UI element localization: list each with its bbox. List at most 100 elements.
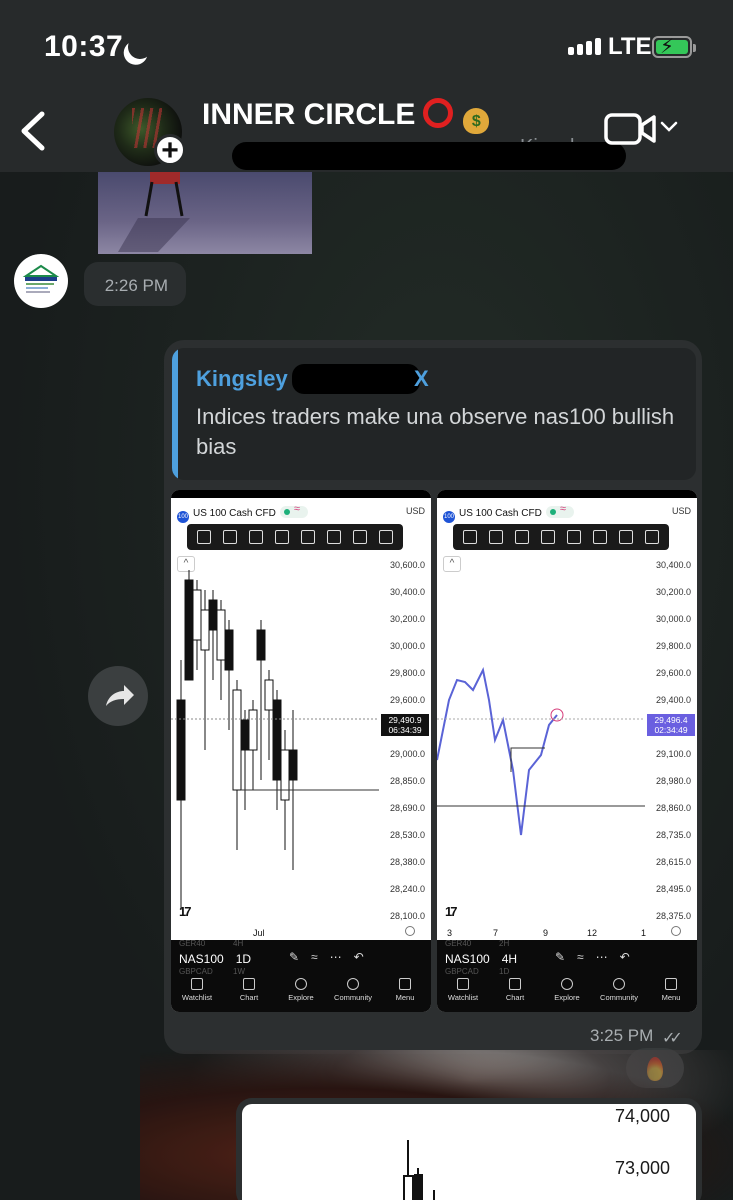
ghost-timeframe: 2H	[499, 939, 510, 948]
price-axis-label: 29,600.0	[389, 695, 425, 705]
ghost-symbol: GBPCAD	[179, 967, 213, 976]
candle-body	[208, 599, 218, 631]
price-axis-label: 29,800.0	[389, 668, 425, 678]
price-axis-label: 30,600.0	[389, 560, 425, 570]
chart-screenshot-right[interactable]: 100US 100 Cash CFD USD ^ 30,400.030,200.…	[437, 490, 697, 1012]
drawing-tool-icon[interactable]	[515, 530, 529, 544]
sender-avatar[interactable]	[14, 254, 68, 308]
nav-explore[interactable]: Explore	[541, 976, 593, 1012]
nav-community[interactable]: Community	[593, 976, 645, 1012]
candle-body	[184, 579, 194, 681]
group-name: INNER CIRCLE	[202, 98, 416, 131]
drawing-tool-icon[interactable]	[249, 530, 263, 544]
x-axis-label: Jul	[253, 928, 265, 938]
drawing-tool-icon[interactable]	[353, 530, 367, 544]
share-arrow-icon	[106, 685, 134, 706]
candle-body	[280, 749, 290, 801]
nav-chart[interactable]: Chart	[223, 976, 275, 1012]
instrument-selector[interactable]: NAS100 4H	[445, 952, 517, 966]
price-axis-label: 28,980.0	[655, 776, 691, 786]
price-axis-label: 30,000.0	[389, 641, 425, 651]
forward-button[interactable]	[88, 666, 148, 726]
candlestick-plot[interactable]	[171, 550, 379, 930]
bottom-nav[interactable]: Watchlist Chart Explore Community Menu	[437, 976, 697, 1012]
drawing-tool-icon[interactable]	[489, 530, 503, 544]
drawing-tool-icon[interactable]	[223, 530, 237, 544]
cellular-signal-icon	[568, 38, 601, 55]
x-axis-label: 12	[587, 928, 598, 938]
price-axis-label: 30,200.0	[655, 587, 691, 597]
price-axis-label: 28,690.0	[389, 803, 425, 813]
price-axis-label: 28,530.0	[389, 830, 425, 840]
nav-chart[interactable]: Chart	[489, 976, 541, 1012]
menu-icon	[399, 978, 411, 990]
candle-body	[264, 679, 274, 711]
price-axis-label: 29,800.0	[655, 641, 691, 651]
price-axis-label: 30,400.0	[655, 560, 691, 570]
drawing-tool-icon[interactable]	[541, 530, 555, 544]
charging-bolt-icon: ⚡	[660, 36, 675, 58]
nav-explore[interactable]: Explore	[275, 976, 327, 1012]
ghost-timeframe: 4H	[233, 939, 244, 948]
price-axis: 30,600.0 30,400.0 30,200.0 30,000.0 29,800.0…	[379, 550, 431, 930]
drawing-tool-icon[interactable]	[463, 530, 477, 544]
message-time: 2:26 PM	[104, 276, 168, 295]
price-line	[437, 666, 558, 836]
gear-icon[interactable]	[405, 926, 415, 936]
bottom-nav[interactable]: Watchlist Chart Explore Community Menu	[171, 976, 431, 1012]
instrument-selector[interactable]: NAS100 1D	[179, 952, 251, 966]
chart-icon	[243, 978, 255, 990]
price-axis-label: 28,735.0	[655, 830, 691, 840]
drawing-tool-icon[interactable]	[619, 530, 633, 544]
drawing-toolbar[interactable]	[187, 524, 403, 550]
currency-selector[interactable]: USD	[406, 506, 425, 516]
message-bubble[interactable]: 2:26 PM	[84, 262, 186, 306]
drawing-tool-icon[interactable]	[379, 530, 393, 544]
drawing-tool-icon[interactable]	[327, 530, 341, 544]
price-axis-label: 28,850.0	[389, 776, 425, 786]
x-axis-label: 7	[493, 928, 499, 938]
nav-menu[interactable]: Menu	[645, 976, 697, 1012]
group-title[interactable]: INNER CIRCLE $	[202, 98, 490, 134]
candle-body	[216, 609, 226, 661]
price-axis-label: 28,380.0	[389, 857, 425, 867]
last-price-label: 29,496.4 02:34:49	[647, 714, 695, 736]
money-bag-icon: $	[463, 108, 490, 134]
nav-community[interactable]: Community	[327, 976, 379, 1012]
nav-watchlist[interactable]: Watchlist	[437, 976, 489, 1012]
image-message[interactable]: 74,000 73,000	[236, 1098, 702, 1200]
gear-icon[interactable]	[671, 926, 681, 936]
drawing-tool-icon[interactable]	[275, 530, 289, 544]
drawing-tool-icon[interactable]	[197, 530, 211, 544]
nav-watchlist[interactable]: Watchlist	[171, 976, 223, 1012]
chart-tools[interactable]: ✎≈⋯↶	[555, 950, 642, 964]
price-axis-label: 28,375.0	[655, 911, 691, 921]
candle-body	[272, 699, 282, 781]
line-plot[interactable]	[437, 550, 645, 930]
redaction-mark	[292, 364, 420, 394]
drawing-toolbar[interactable]	[453, 524, 669, 550]
video-camera-icon[interactable]	[604, 112, 656, 146]
nav-menu[interactable]: Menu	[379, 976, 431, 1012]
list-icon	[457, 978, 469, 990]
drawing-tool-icon[interactable]	[567, 530, 581, 544]
x-axis-label: 9	[543, 928, 549, 938]
drawing-tool-icon[interactable]	[645, 530, 659, 544]
candle-body	[248, 709, 258, 751]
chevron-left-icon[interactable]	[14, 108, 54, 154]
price-axis-label: 29,400.0	[655, 695, 691, 705]
read-receipt-icon: ✓✓	[662, 1030, 683, 1047]
candle-body	[176, 699, 186, 801]
chart-screenshot-left[interactable]: 100US 100 Cash CFD USD ^ 30,600.030,400.…	[171, 490, 431, 1012]
currency-selector[interactable]: USD	[672, 506, 691, 516]
chevron-down-icon[interactable]	[660, 118, 678, 136]
ghost-symbol: GBPCAD	[445, 967, 479, 976]
drawing-tool-icon[interactable]	[301, 530, 315, 544]
candle-body	[232, 689, 242, 791]
chart-tools[interactable]: ✎≈⋯↶	[289, 950, 376, 964]
tradingview-logo: 17	[179, 904, 192, 919]
chart-symbol: 100 US 100 Cash CFD	[177, 503, 308, 523]
drawing-tool-icon[interactable]	[593, 530, 607, 544]
image-message[interactable]	[98, 172, 312, 254]
add-icon[interactable]: +	[154, 134, 186, 166]
